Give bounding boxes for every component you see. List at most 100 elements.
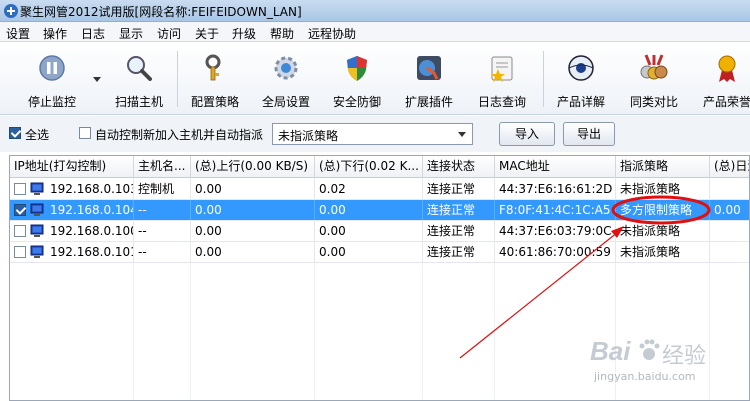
column-header-upload[interactable]: (总)上行(0.00 KB/S) [191,156,315,178]
cell-hostname: 控制机 [134,179,191,199]
security-defense-button[interactable]: 安全防御 [326,47,388,111]
product-honors-button[interactable]: 产品荣誉 [696,47,750,111]
globe-icon [568,55,594,81]
menu-display[interactable]: 显示 [119,25,143,42]
scan-host-button[interactable]: 扫描主机 [108,47,170,111]
cell-download: 0.00 [315,200,423,220]
column-header-ip[interactable]: IP地址(打勾控制) [10,156,134,178]
cell-policy: 未指派策略 [616,242,710,262]
auto-assign-label: 自动控制新加入主机并自动指派 [95,128,264,142]
menu-access[interactable]: 访问 [157,25,181,42]
menu-settings[interactable]: 设置 [6,25,30,42]
menu-bar: 设置 操作 日志 显示 访问 关于 升级 帮助 远程协助 [0,22,750,42]
stop-monitor-label: 停止监控 [27,95,76,109]
scan-host-label: 扫描主机 [114,95,163,109]
policy-key-icon [205,54,221,81]
stop-monitor-dropdown-icon[interactable] [93,77,101,82]
menu-operations[interactable]: 操作 [43,25,67,42]
table-row[interactable]: 192.168.0.101 -- 0.00 0.00 连接正常 40:61:86:70:0… [10,242,749,263]
global-settings-label: 全局设置 [261,95,310,109]
global-settings-button[interactable]: 全局设置 [255,47,317,111]
magnifier-icon [127,56,152,81]
computer-icon [30,245,44,258]
cell-policy: 多方限制策略 [616,200,710,220]
policy-dropdown-value: 未指派策略 [278,129,339,143]
cell-download: 0.00 [315,242,423,262]
computer-icon [30,182,44,195]
cell-ip: 192.168.0.104 [46,200,134,220]
shield-icon [347,56,367,81]
config-policy-button[interactable]: 配置策略 [184,47,246,111]
cell-policy: 未指派策略 [616,221,710,241]
menu-logs[interactable]: 日志 [81,25,105,42]
cell-daily-traffic [710,242,749,262]
policy-dropdown[interactable]: 未指派策略 [272,123,473,145]
cell-status: 连接正常 [423,200,495,220]
import-button[interactable]: 导入 [499,122,555,146]
select-all-checkbox[interactable] [9,127,21,139]
table-row[interactable]: 192.168.0.104 -- 0.00 0.00 连接正常 F8:0F:41:4C:1… [10,200,749,221]
chevron-down-icon [458,132,466,137]
auto-assign-checkbox[interactable] [79,127,91,139]
cell-download: 0.00 [315,221,423,241]
column-header-hostname[interactable]: 主机名... [134,156,191,178]
cell-mac: 44:37:E6:16:61:2D [495,179,616,199]
toolbar: 停止监控 扫描主机 配置策略 全局设置 安全防御 扩展插件 日志查询 产品详解 … [0,43,750,115]
table-row[interactable]: 192.168.0.103 控制机 0.00 0.02 连接正常 44:37:E6:16:… [10,179,749,200]
computer-icon [30,203,44,216]
export-button[interactable]: 导出 [563,122,615,146]
menu-about[interactable]: 关于 [195,25,219,42]
award-ribbon-icon [718,55,736,82]
cell-ip: 192.168.0.103 [46,179,134,199]
toolbar-separator [177,51,178,107]
host-table: IP地址(打勾控制) 主机名... (总)上行(0.00 KB/S) (总)下行… [9,155,750,401]
cell-mac: 44:37:E6:03:79:0C [495,221,616,241]
row-control-checkbox[interactable] [14,225,26,237]
cell-mac: 40:61:86:70:00:59 [495,242,616,262]
cell-upload: 0.00 [191,179,315,199]
row-control-checkbox[interactable] [14,204,26,216]
cell-status: 连接正常 [423,221,495,241]
product-details-label: 产品详解 [556,95,605,109]
pause-icon [39,55,65,81]
row-control-checkbox[interactable] [14,246,26,258]
compare-label: 同类对比 [629,95,678,109]
cell-ip: 192.168.0.100 [46,221,134,241]
cell-hostname: -- [134,200,191,220]
gear-icon [274,56,298,80]
table-row[interactable]: 192.168.0.100 -- 0.00 0.00 连接正常 44:37:E6:03:7… [10,221,749,242]
cell-mac: F8:0F:41:4C:1C:A5 [495,200,616,220]
computer-icon [30,224,44,237]
log-query-button[interactable]: 日志查询 [469,47,535,111]
cell-upload: 0.00 [191,242,315,262]
log-query-label: 日志查询 [477,95,526,109]
menu-help[interactable]: 帮助 [270,25,294,42]
extension-plugins-button[interactable]: 扩展插件 [398,47,460,111]
config-policy-label: 配置策略 [190,95,239,109]
product-details-button[interactable]: 产品详解 [550,47,612,111]
product-honors-label: 产品荣誉 [702,95,750,109]
security-defense-label: 安全防御 [332,95,381,109]
title-bar: 聚生网管2012试用版[网段名称:FEIFEIDOWN_LAN] [0,0,750,22]
column-header-mac[interactable]: MAC地址 [495,156,616,178]
cell-hostname: -- [134,242,191,262]
cell-ip: 192.168.0.101 [46,242,134,262]
cell-status: 连接正常 [423,179,495,199]
select-all-label: 全选 [25,128,50,142]
stop-monitor-button[interactable]: 停止监控 [18,47,86,111]
compare-button[interactable]: 同类对比 [623,47,685,111]
column-header-download[interactable]: (总)下行(0.02 K... [315,156,423,178]
row-control-checkbox[interactable] [14,183,26,195]
column-header-status[interactable]: 连接状态 [423,156,495,178]
app-icon [4,4,18,18]
column-header-policy[interactable]: 指派策略 [616,156,710,178]
cell-hostname: -- [134,221,191,241]
menu-remote-assist[interactable]: 远程协助 [308,25,356,42]
extension-plugins-label: 扩展插件 [404,95,453,109]
cell-daily-traffic: 0.00 [710,200,749,220]
menu-upgrade[interactable]: 升级 [232,25,256,42]
cell-upload: 0.00 [191,221,315,241]
cell-policy: 未指派策略 [616,179,710,199]
column-header-daily-traffic[interactable]: (总)日流 [710,156,749,178]
plugin-icon [417,56,441,80]
